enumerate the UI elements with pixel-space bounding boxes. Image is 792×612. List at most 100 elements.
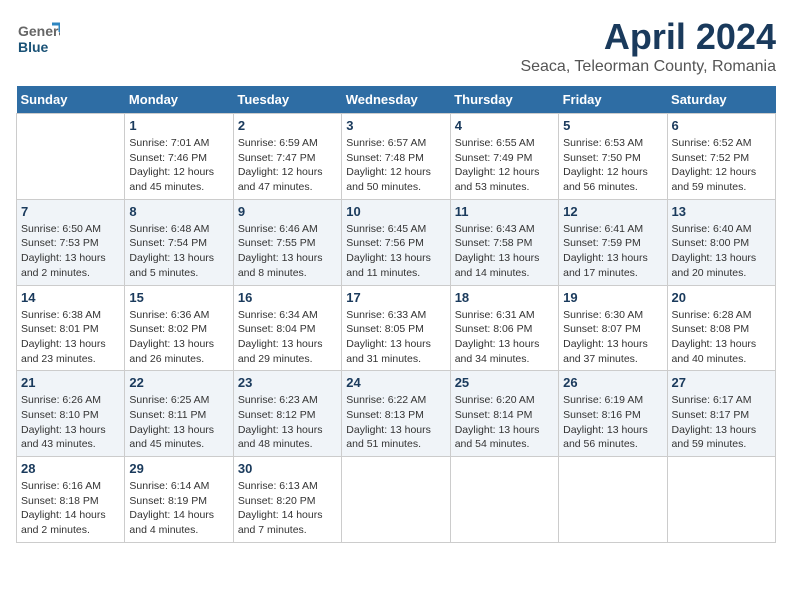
calendar-cell: 30Sunrise: 6:13 AMSunset: 8:20 PMDayligh… xyxy=(233,457,341,543)
col-header-saturday: Saturday xyxy=(667,86,775,114)
day-number: 12 xyxy=(563,204,662,219)
logo: General Blue xyxy=(16,16,60,60)
day-number: 27 xyxy=(672,375,771,390)
calendar-cell: 12 Sunrise: 6:41 AMSunset: 7:59 PMDayligh… xyxy=(559,199,667,285)
day-info: Sunrise: 6:26 AMSunset: 8:10 PMDaylight:… xyxy=(21,393,120,452)
day-info: Sunrise: 6:20 AMSunset: 8:14 PMDaylight:… xyxy=(455,393,554,452)
day-number: 10 xyxy=(346,204,445,219)
day-info: Sunrise: 6:16 AMSunset: 8:18 PMDaylight:… xyxy=(21,479,120,538)
day-info: Sunrise: 6:40 AMSunset: 8:00 PMDaylight:… xyxy=(672,222,771,281)
calendar-header-row: SundayMondayTuesdayWednesdayThursdayFrid… xyxy=(17,86,776,114)
calendar-cell xyxy=(17,114,125,200)
calendar-cell: 11 Sunrise: 6:43 AMSunset: 7:58 PMDayligh… xyxy=(450,199,558,285)
calendar-cell: 8 Sunrise: 6:48 AMSunset: 7:54 PMDaylight… xyxy=(125,199,233,285)
calendar-table: SundayMondayTuesdayWednesdayThursdayFrid… xyxy=(16,86,776,543)
day-info: Sunrise: 6:19 AMSunset: 8:16 PMDaylight:… xyxy=(563,393,662,452)
calendar-cell: 10 Sunrise: 6:45 AMSunset: 7:56 PMDayligh… xyxy=(342,199,450,285)
day-info: Sunrise: 6:43 AMSunset: 7:58 PMDaylight:… xyxy=(455,222,554,281)
day-number: 4 xyxy=(455,118,554,133)
calendar-week-row: 21 Sunrise: 6:26 AMSunset: 8:10 PMDayligh… xyxy=(17,371,776,457)
calendar-week-row: 7 Sunrise: 6:50 AMSunset: 7:53 PMDaylight… xyxy=(17,199,776,285)
calendar-week-row: 28 Sunrise: 6:16 AMSunset: 8:18 PMDayligh… xyxy=(17,457,776,543)
day-number: 1 xyxy=(129,118,228,133)
col-header-sunday: Sunday xyxy=(17,86,125,114)
calendar-cell: 3Sunrise: 6:57 AMSunset: 7:48 PMDaylight… xyxy=(342,114,450,200)
calendar-week-row: 14Sunrise: 6:38 AMSunset: 8:01 PMDayligh… xyxy=(17,285,776,371)
calendar-cell: 4 Sunrise: 6:55 AMSunset: 7:49 PMDaylight… xyxy=(450,114,558,200)
day-info: Sunrise: 6:34 AMSunset: 8:04 PMDaylight:… xyxy=(238,308,337,367)
day-info: Sunrise: 6:17 AMSunset: 8:17 PMDaylight:… xyxy=(672,393,771,452)
day-number: 24 xyxy=(346,375,445,390)
day-info: Sunrise: 6:41 AMSunset: 7:59 PMDaylight:… xyxy=(563,222,662,281)
day-info: Sunrise: 6:45 AMSunset: 7:56 PMDaylight:… xyxy=(346,222,445,281)
day-info: Sunrise: 6:25 AMSunset: 8:11 PMDaylight:… xyxy=(129,393,228,452)
day-info: Sunrise: 6:59 AMSunset: 7:47 PMDaylight:… xyxy=(238,136,337,195)
svg-text:Blue: Blue xyxy=(18,39,49,55)
calendar-cell: 28 Sunrise: 6:16 AMSunset: 8:18 PMDayligh… xyxy=(17,457,125,543)
calendar-cell: 5 Sunrise: 6:53 AMSunset: 7:50 PMDaylight… xyxy=(559,114,667,200)
day-info: Sunrise: 6:22 AMSunset: 8:13 PMDaylight:… xyxy=(346,393,445,452)
subtitle: Seaca, Teleorman County, Romania xyxy=(520,58,776,76)
calendar-cell: 17Sunrise: 6:33 AMSunset: 8:05 PMDayligh… xyxy=(342,285,450,371)
day-info: Sunrise: 6:28 AMSunset: 8:08 PMDaylight:… xyxy=(672,308,771,367)
day-number: 28 xyxy=(21,461,120,476)
day-info: Sunrise: 6:53 AMSunset: 7:50 PMDaylight:… xyxy=(563,136,662,195)
day-number: 15 xyxy=(129,290,228,305)
day-number: 19 xyxy=(563,290,662,305)
calendar-cell: 26Sunrise: 6:19 AMSunset: 8:16 PMDayligh… xyxy=(559,371,667,457)
day-number: 23 xyxy=(238,375,337,390)
day-number: 6 xyxy=(672,118,771,133)
calendar-cell: 25 Sunrise: 6:20 AMSunset: 8:14 PMDayligh… xyxy=(450,371,558,457)
calendar-cell: 7 Sunrise: 6:50 AMSunset: 7:53 PMDaylight… xyxy=(17,199,125,285)
day-info: Sunrise: 6:55 AMSunset: 7:49 PMDaylight:… xyxy=(455,136,554,195)
calendar-cell: 22 Sunrise: 6:25 AMSunset: 8:11 PMDayligh… xyxy=(125,371,233,457)
page-header: General Blue April 2024 Seaca, Teleorman… xyxy=(16,16,776,76)
calendar-cell: 2Sunrise: 6:59 AMSunset: 7:47 PMDaylight… xyxy=(233,114,341,200)
day-number: 22 xyxy=(129,375,228,390)
calendar-cell: 20 Sunrise: 6:28 AMSunset: 8:08 PMDayligh… xyxy=(667,285,775,371)
day-info: Sunrise: 6:14 AMSunset: 8:19 PMDaylight:… xyxy=(129,479,228,538)
calendar-cell: 18Sunrise: 6:31 AMSunset: 8:06 PMDayligh… xyxy=(450,285,558,371)
day-number: 5 xyxy=(563,118,662,133)
day-number: 8 xyxy=(129,204,228,219)
day-info: Sunrise: 6:46 AMSunset: 7:55 PMDaylight:… xyxy=(238,222,337,281)
calendar-cell xyxy=(559,457,667,543)
day-number: 21 xyxy=(21,375,120,390)
calendar-cell: 14Sunrise: 6:38 AMSunset: 8:01 PMDayligh… xyxy=(17,285,125,371)
col-header-monday: Monday xyxy=(125,86,233,114)
calendar-cell xyxy=(450,457,558,543)
calendar-cell: 21 Sunrise: 6:26 AMSunset: 8:10 PMDayligh… xyxy=(17,371,125,457)
day-number: 11 xyxy=(455,204,554,219)
calendar-cell: 9Sunrise: 6:46 AMSunset: 7:55 PMDaylight… xyxy=(233,199,341,285)
calendar-cell: 29 Sunrise: 6:14 AMSunset: 8:19 PMDayligh… xyxy=(125,457,233,543)
day-info: Sunrise: 6:52 AMSunset: 7:52 PMDaylight:… xyxy=(672,136,771,195)
day-number: 16 xyxy=(238,290,337,305)
day-number: 20 xyxy=(672,290,771,305)
calendar-week-row: 1 Sunrise: 7:01 AMSunset: 7:46 PMDaylight… xyxy=(17,114,776,200)
logo-icon: General Blue xyxy=(16,16,60,60)
day-info: Sunrise: 6:48 AMSunset: 7:54 PMDaylight:… xyxy=(129,222,228,281)
calendar-cell: 16 Sunrise: 6:34 AMSunset: 8:04 PMDayligh… xyxy=(233,285,341,371)
calendar-cell xyxy=(667,457,775,543)
calendar-cell: 24 Sunrise: 6:22 AMSunset: 8:13 PMDayligh… xyxy=(342,371,450,457)
day-number: 13 xyxy=(672,204,771,219)
day-info: Sunrise: 7:01 AMSunset: 7:46 PMDaylight:… xyxy=(129,136,228,195)
col-header-tuesday: Tuesday xyxy=(233,86,341,114)
day-info: Sunrise: 6:31 AMSunset: 8:06 PMDaylight:… xyxy=(455,308,554,367)
calendar-cell xyxy=(342,457,450,543)
col-header-wednesday: Wednesday xyxy=(342,86,450,114)
day-info: Sunrise: 6:33 AMSunset: 8:05 PMDaylight:… xyxy=(346,308,445,367)
day-info: Sunrise: 6:13 AMSunset: 8:20 PMDaylight:… xyxy=(238,479,337,538)
calendar-cell: 15 Sunrise: 6:36 AMSunset: 8:02 PMDayligh… xyxy=(125,285,233,371)
day-number: 7 xyxy=(21,204,120,219)
day-info: Sunrise: 6:23 AMSunset: 8:12 PMDaylight:… xyxy=(238,393,337,452)
calendar-cell: 6 Sunrise: 6:52 AMSunset: 7:52 PMDaylight… xyxy=(667,114,775,200)
day-number: 29 xyxy=(129,461,228,476)
calendar-cell: 1 Sunrise: 7:01 AMSunset: 7:46 PMDaylight… xyxy=(125,114,233,200)
day-info: Sunrise: 6:36 AMSunset: 8:02 PMDaylight:… xyxy=(129,308,228,367)
day-number: 25 xyxy=(455,375,554,390)
calendar-cell: 19Sunrise: 6:30 AMSunset: 8:07 PMDayligh… xyxy=(559,285,667,371)
main-title: April 2024 xyxy=(520,16,776,58)
day-info: Sunrise: 6:50 AMSunset: 7:53 PMDaylight:… xyxy=(21,222,120,281)
calendar-cell: 13 Sunrise: 6:40 AMSunset: 8:00 PMDayligh… xyxy=(667,199,775,285)
